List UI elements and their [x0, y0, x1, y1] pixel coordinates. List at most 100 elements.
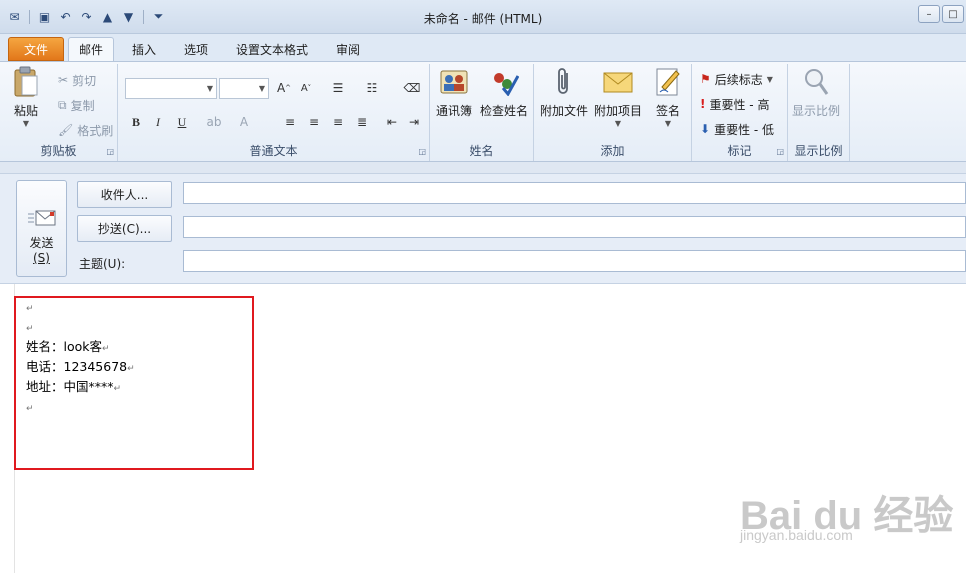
- tab-file[interactable]: 文件: [8, 37, 64, 61]
- ribbon: 粘贴 ▼ ✂ 剪切 ⧉ 复制 🖌 格式刷 剪贴板 ◲ ▼ ▼ A ^ A ˅ ☰ ☷…: [0, 61, 966, 162]
- window-controls: – □: [918, 5, 964, 23]
- annotation-highlight-box: [14, 296, 254, 470]
- group-include: 附加文件 附加项目 ▼ 签名 ▼ 添加: [534, 64, 692, 161]
- low-importance-button[interactable]: ⬇ 重要性 - 低: [700, 119, 774, 139]
- scissors-icon: ✂: [58, 73, 69, 87]
- attach-file-button[interactable]: 附加文件: [540, 66, 588, 119]
- align-right-icon[interactable]: ≡: [328, 112, 348, 132]
- chevron-down-icon: ▼: [614, 119, 622, 128]
- down-arrow-icon: ⬇: [700, 122, 711, 136]
- group-clipboard: 粘贴 ▼ ✂ 剪切 ⧉ 复制 🖌 格式刷 剪贴板 ◲: [0, 64, 118, 161]
- tab-message[interactable]: 邮件: [68, 37, 115, 61]
- watermark-url: jingyan.baidu.com: [740, 527, 853, 543]
- paperclip-icon: [548, 66, 580, 98]
- high-importance-button[interactable]: ! 重要性 - 高: [700, 94, 769, 114]
- basic-text-group-label: 普通文本: [249, 144, 298, 158]
- format-painter-label: 格式刷: [77, 123, 114, 138]
- message-header: 发送 (S) 收件人... 抄送(C)... 主题(U):: [0, 162, 966, 283]
- cut-button[interactable]: ✂ 剪切: [58, 70, 96, 90]
- zoom-button[interactable]: 显示比例: [792, 66, 840, 119]
- subject-field[interactable]: [183, 250, 966, 272]
- cc-field[interactable]: [183, 216, 966, 238]
- exclamation-icon: !: [700, 97, 706, 111]
- paste-button[interactable]: 粘贴 ▼: [10, 66, 42, 128]
- dialog-launcher-icon[interactable]: ◲: [106, 147, 114, 156]
- message-body[interactable]: ↵ ↵ 姓名：look客↵ 电话：12345678↵ 地址：中国****↵ ↵ …: [0, 283, 966, 573]
- follow-up-button[interactable]: ⚑ 后续标志 ▼: [700, 69, 773, 89]
- send-shortcut-label: (S): [33, 251, 50, 265]
- group-names: 通讯簿 检查姓名 姓名: [430, 64, 534, 161]
- attach-item-label: 附加项目: [594, 104, 643, 118]
- check-names-icon: [488, 66, 520, 98]
- format-painter-button[interactable]: 🖌 格式刷: [58, 120, 113, 140]
- cut-label: 剪切: [72, 73, 97, 88]
- send-label: 发送: [29, 236, 54, 250]
- check-names-label: 检查姓名: [480, 104, 529, 118]
- zoom-label: 显示比例: [792, 104, 841, 118]
- copy-icon: ⧉: [58, 97, 67, 112]
- chevron-down-icon: ▼: [258, 84, 265, 93]
- highlight-icon[interactable]: ab: [204, 112, 224, 132]
- numbering-icon[interactable]: ☷: [362, 78, 382, 98]
- shrink-font-icon[interactable]: A ˅: [296, 78, 316, 98]
- address-book-label: 通讯簿: [436, 104, 473, 118]
- underline-button[interactable]: U: [172, 112, 192, 132]
- signature-button[interactable]: 签名 ▼: [652, 66, 684, 128]
- paintbrush-icon: 🖌: [58, 123, 74, 137]
- justify-icon[interactable]: ≣: [352, 112, 372, 132]
- font-color-icon[interactable]: A: [234, 112, 254, 132]
- font-name-combo[interactable]: ▼: [125, 78, 217, 99]
- group-zoom: 显示比例 显示比例: [788, 64, 850, 161]
- low-importance-label: 重要性 - 低: [714, 122, 775, 137]
- tab-format-text[interactable]: 设置文本格式: [226, 37, 318, 61]
- maximize-button[interactable]: □: [942, 5, 964, 23]
- increase-indent-icon[interactable]: ⇥: [404, 112, 424, 132]
- body-margin: [0, 284, 15, 573]
- attach-item-button[interactable]: 附加项目 ▼: [594, 66, 642, 128]
- high-importance-label: 重要性 - 高: [709, 97, 770, 112]
- magnifier-icon: [800, 66, 832, 98]
- minimize-button[interactable]: –: [918, 5, 940, 23]
- dialog-launcher-icon[interactable]: ◲: [418, 147, 426, 156]
- to-button[interactable]: 收件人...: [77, 181, 172, 208]
- signature-label: 签名: [655, 104, 680, 118]
- follow-up-label: 后续标志: [714, 72, 763, 87]
- flag-icon: ⚑: [700, 72, 711, 86]
- tab-options[interactable]: 选项: [174, 37, 218, 61]
- address-book-icon: [438, 66, 470, 98]
- clear-formatting-icon[interactable]: ⌫: [402, 78, 422, 98]
- tags-group-label: 标记: [727, 144, 752, 158]
- font-size-combo[interactable]: ▼: [219, 78, 269, 99]
- send-button[interactable]: 发送 (S): [16, 180, 67, 277]
- copy-button[interactable]: ⧉ 复制: [58, 95, 95, 115]
- bullets-icon[interactable]: ☰: [328, 78, 348, 98]
- cc-button[interactable]: 抄送(C)...: [77, 215, 172, 242]
- include-group-label: 添加: [600, 144, 625, 158]
- chevron-down-icon: ▼: [206, 84, 213, 93]
- subject-label: 主题(U):: [79, 257, 126, 271]
- check-names-button[interactable]: 检查姓名: [480, 66, 528, 119]
- chevron-down-icon: ▼: [22, 119, 30, 128]
- grow-font-icon[interactable]: A ^: [274, 78, 294, 98]
- copy-label: 复制: [70, 98, 95, 113]
- dialog-launcher-icon[interactable]: ◲: [776, 147, 784, 156]
- signature-icon: [652, 66, 684, 98]
- names-group-label: 姓名: [469, 144, 494, 158]
- tab-insert[interactable]: 插入: [122, 37, 166, 61]
- ribbon-tabs: 文件 邮件 插入 选项 设置文本格式 审阅: [0, 34, 966, 61]
- bold-button[interactable]: B: [126, 112, 146, 132]
- address-book-button[interactable]: 通讯簿: [436, 66, 472, 119]
- align-center-icon[interactable]: ≡: [304, 112, 324, 132]
- chevron-down-icon: ▼: [766, 74, 773, 84]
- attach-file-label: 附加文件: [540, 104, 589, 118]
- clipboard-group-label: 剪贴板: [40, 144, 77, 158]
- ruler: [0, 162, 966, 174]
- to-field[interactable]: [183, 182, 966, 204]
- align-left-icon[interactable]: ≡: [280, 112, 300, 132]
- chevron-down-icon: ▼: [664, 119, 672, 128]
- group-tags: ⚑ 后续标志 ▼ ! 重要性 - 高 ⬇ 重要性 - 低 标记 ◲: [692, 64, 788, 161]
- tab-review[interactable]: 审阅: [326, 37, 370, 61]
- decrease-indent-icon[interactable]: ⇤: [382, 112, 402, 132]
- send-envelope-icon: [27, 209, 56, 230]
- italic-button[interactable]: I: [148, 112, 168, 132]
